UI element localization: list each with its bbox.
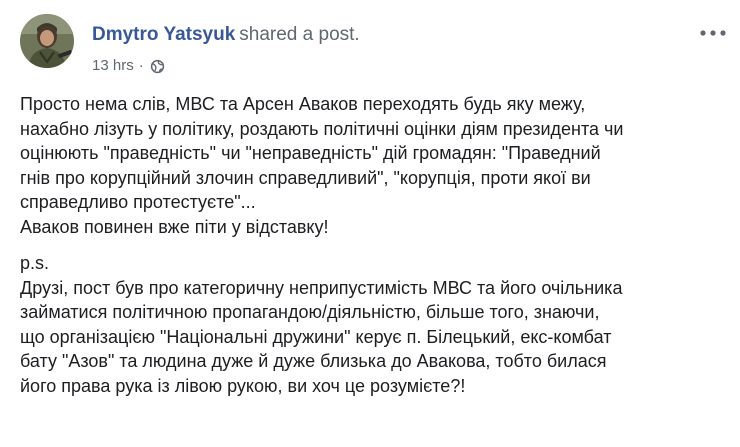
post-text-line: що організацією "Національні дружини" ке… (20, 326, 612, 347)
shared-post: Dmytro Yatsyuk shared a post. 13 hrs · Пр… (0, 0, 740, 447)
avatar[interactable] (20, 14, 74, 68)
post-header: Dmytro Yatsyuk shared a post. (92, 22, 360, 48)
avatar-photo (20, 14, 74, 68)
action-text: shared a post. (239, 24, 359, 45)
post-text-line: Просто нема слів, МВС та Арсен Аваков пе… (20, 94, 586, 114)
action-label: shared a post. (239, 24, 360, 45)
post-text-line: Аваков повинен вже піти у відставку! (20, 216, 329, 237)
post-text-line: Друзі, пост був про категоричну неприпус… (20, 277, 623, 298)
author-name-link[interactable]: Dmytro Yatsyuk (92, 24, 235, 45)
post-text-line: нахабно лізуть у політику, роздають полі… (20, 118, 624, 139)
post-text-line: його права рука із лівою рукою, ви хоч ц… (20, 375, 466, 396)
timestamp-link[interactable]: 13 hrs (92, 56, 134, 76)
post-text-line: займатися політичною пропагандою/діяльні… (20, 302, 600, 322)
post-text-line: гнів про корупційний злочин справедливий… (20, 167, 591, 188)
post-text-line: бату "Азов" та людина дуже й дуже близьк… (20, 351, 607, 371)
globe-icon[interactable] (150, 59, 165, 74)
post-text-line: оцінюють "праведність" чи "неправедність… (20, 143, 601, 163)
post-body: Просто нема слів, МВС та Арсен Аваков пе… (20, 92, 724, 398)
more-options-icon[interactable] (698, 26, 728, 40)
post-text-line: справедливо протестуєте"... (20, 192, 256, 212)
meta-separator: · (138, 57, 144, 74)
post-meta: 13 hrs · (92, 56, 165, 76)
post-text-line: p.s. (20, 253, 50, 273)
